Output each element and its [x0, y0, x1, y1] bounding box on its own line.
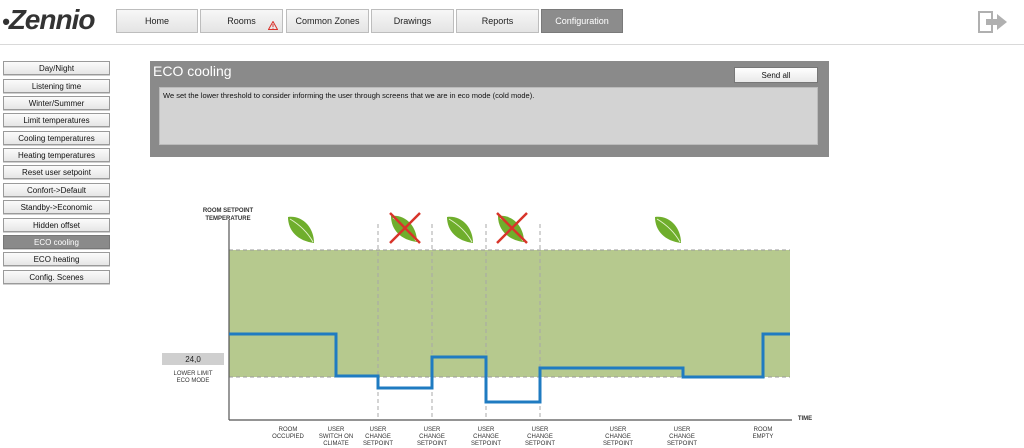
eco-zone	[229, 250, 790, 377]
sidebar-item-label: Day/Night	[38, 63, 75, 73]
sidebar-item-limit-temperatures[interactable]: Limit temperatures	[3, 113, 110, 127]
eco-cooling-diagram: ROOM SETPOINT TEMPERATURE TIME 24,0 LOWE…	[150, 172, 829, 448]
sidebar-item-label: Limit temperatures	[23, 115, 90, 125]
event-label-line3: SETPOINT	[603, 441, 633, 447]
tab-label: Configuration	[555, 16, 609, 26]
event-label-line1: USER	[328, 427, 345, 433]
sidebar-item-eco-cooling[interactable]: ECO cooling	[3, 235, 110, 249]
event-label-line1: USER	[370, 427, 387, 433]
event-label-line2: CHANGE	[605, 434, 631, 440]
tab-reports[interactable]: Reports	[456, 9, 539, 33]
event-label-line3: SETPOINT	[525, 441, 555, 447]
crossed-leaf-icon	[496, 212, 528, 244]
sidebar-item-label: Hidden offset	[33, 220, 80, 230]
panel-title: ECO cooling	[153, 63, 232, 79]
event-label-line3: CLIMATE	[323, 441, 349, 447]
zennio-logo: •Zennio	[2, 4, 96, 35]
logout-icon[interactable]	[978, 11, 1008, 33]
sidebar-item-label: Heating temperatures	[18, 150, 95, 160]
logo-text: Zennio	[8, 4, 96, 35]
sidebar-item-confort-default[interactable]: Confort->Default	[3, 183, 110, 197]
sidebar-item-label: Config. Scenes	[29, 272, 84, 282]
top-bar: •Zennio Home Rooms Common Zones Drawings…	[0, 0, 1024, 45]
event-label-line2: CHANGE	[365, 434, 391, 440]
event-label-line2: CHANGE	[669, 434, 695, 440]
sidebar-item-label: Confort->Default	[27, 185, 86, 195]
crossed-leaf-icon	[389, 212, 421, 244]
event-label-line1: USER	[424, 427, 441, 433]
event-label-line1: USER	[532, 427, 549, 433]
sidebar-item-eco-heating[interactable]: ECO heating	[3, 252, 110, 266]
event-label-line2: CHANGE	[419, 434, 445, 440]
lower-limit-value: 24,0	[185, 355, 201, 364]
tab-label: Drawings	[393, 16, 432, 26]
warning-icon	[268, 21, 278, 30]
x-axis-label: TIME	[798, 416, 812, 422]
content-panel: ECO cooling Send all We set the lower th…	[150, 61, 829, 157]
event-label-line3: SETPOINT	[417, 441, 447, 447]
leaf-icon	[288, 216, 314, 243]
sidebar-item-listening-time[interactable]: Listening time	[3, 79, 110, 93]
sidebar-item-heating-temperatures[interactable]: Heating temperatures	[3, 148, 110, 162]
sidebar-item-label: Listening time	[31, 81, 82, 91]
leaf-icon	[655, 216, 681, 243]
tab-rooms[interactable]: Rooms	[200, 9, 283, 33]
leaf-icon	[447, 216, 473, 243]
description-box: We set the lower threshold to consider i…	[159, 87, 818, 145]
sidebar-item-winter-summer[interactable]: Winter/Summer	[3, 96, 110, 110]
event-label-line3: SETPOINT	[471, 441, 501, 447]
description-text: We set the lower threshold to consider i…	[163, 91, 535, 100]
sidebar-item-reset-user-setpoint[interactable]: Reset user setpoint	[3, 165, 110, 179]
tab-label: Common Zones	[295, 16, 360, 26]
tab-drawings[interactable]: Drawings	[371, 9, 454, 33]
event-label-line2: CHANGE	[473, 434, 499, 440]
sidebar-item-hidden-offset[interactable]: Hidden offset	[3, 218, 110, 232]
event-label-line2: EMPTY	[753, 434, 774, 440]
event-label-line2: CHANGE	[527, 434, 553, 440]
sidebar-item-day-night[interactable]: Day/Night	[3, 61, 110, 75]
event-label-line3: SETPOINT	[667, 441, 697, 447]
event-label-line1: USER	[674, 427, 691, 433]
sidebar-item-cooling-temperatures[interactable]: Cooling temperatures	[3, 131, 110, 145]
sidebar-item-label: ECO heating	[33, 254, 80, 264]
event-label-line1: USER	[610, 427, 627, 433]
tab-common-zones[interactable]: Common Zones	[286, 9, 369, 33]
sidebar-item-label: Standby->Economic	[20, 202, 93, 212]
sidebar-item-standby-economic[interactable]: Standby->Economic	[3, 200, 110, 214]
lower-limit-label-line2: ECO MODE	[177, 378, 210, 384]
event-labels: ROOM OCCUPIED USER SWITCH ON CLIMATE USE…	[272, 427, 773, 447]
send-all-button[interactable]: Send all	[734, 67, 818, 83]
y-axis-label-line2: TEMPERATURE	[205, 216, 250, 222]
lower-limit-label-line1: LOWER LIMIT	[173, 371, 212, 377]
tab-home[interactable]: Home	[116, 9, 198, 33]
event-label-line2: OCCUPIED	[272, 434, 304, 440]
event-label-line1: ROOM	[754, 427, 773, 433]
tab-label: Home	[144, 16, 169, 26]
y-axis-label-line1: ROOM SETPOINT	[203, 208, 254, 214]
event-label-line1: USER	[478, 427, 495, 433]
sidebar-item-label: Winter/Summer	[28, 98, 85, 108]
sidebar-item-label: Reset user setpoint	[22, 167, 91, 177]
diagram-svg: ROOM SETPOINT TEMPERATURE TIME 24,0 LOWE…	[162, 208, 812, 447]
event-label-line1: ROOM	[279, 427, 298, 433]
tab-label: Rooms	[227, 16, 256, 26]
tab-configuration[interactable]: Configuration	[541, 9, 623, 33]
event-label-line2: SWITCH ON	[319, 434, 353, 440]
sidebar-item-config-scenes[interactable]: Config. Scenes	[3, 270, 110, 284]
sidebar-item-label: Cooling temperatures	[18, 133, 95, 143]
event-label-line3: SETPOINT	[363, 441, 393, 447]
sidebar-item-label: ECO cooling	[34, 237, 79, 247]
tab-label: Reports	[481, 16, 514, 26]
